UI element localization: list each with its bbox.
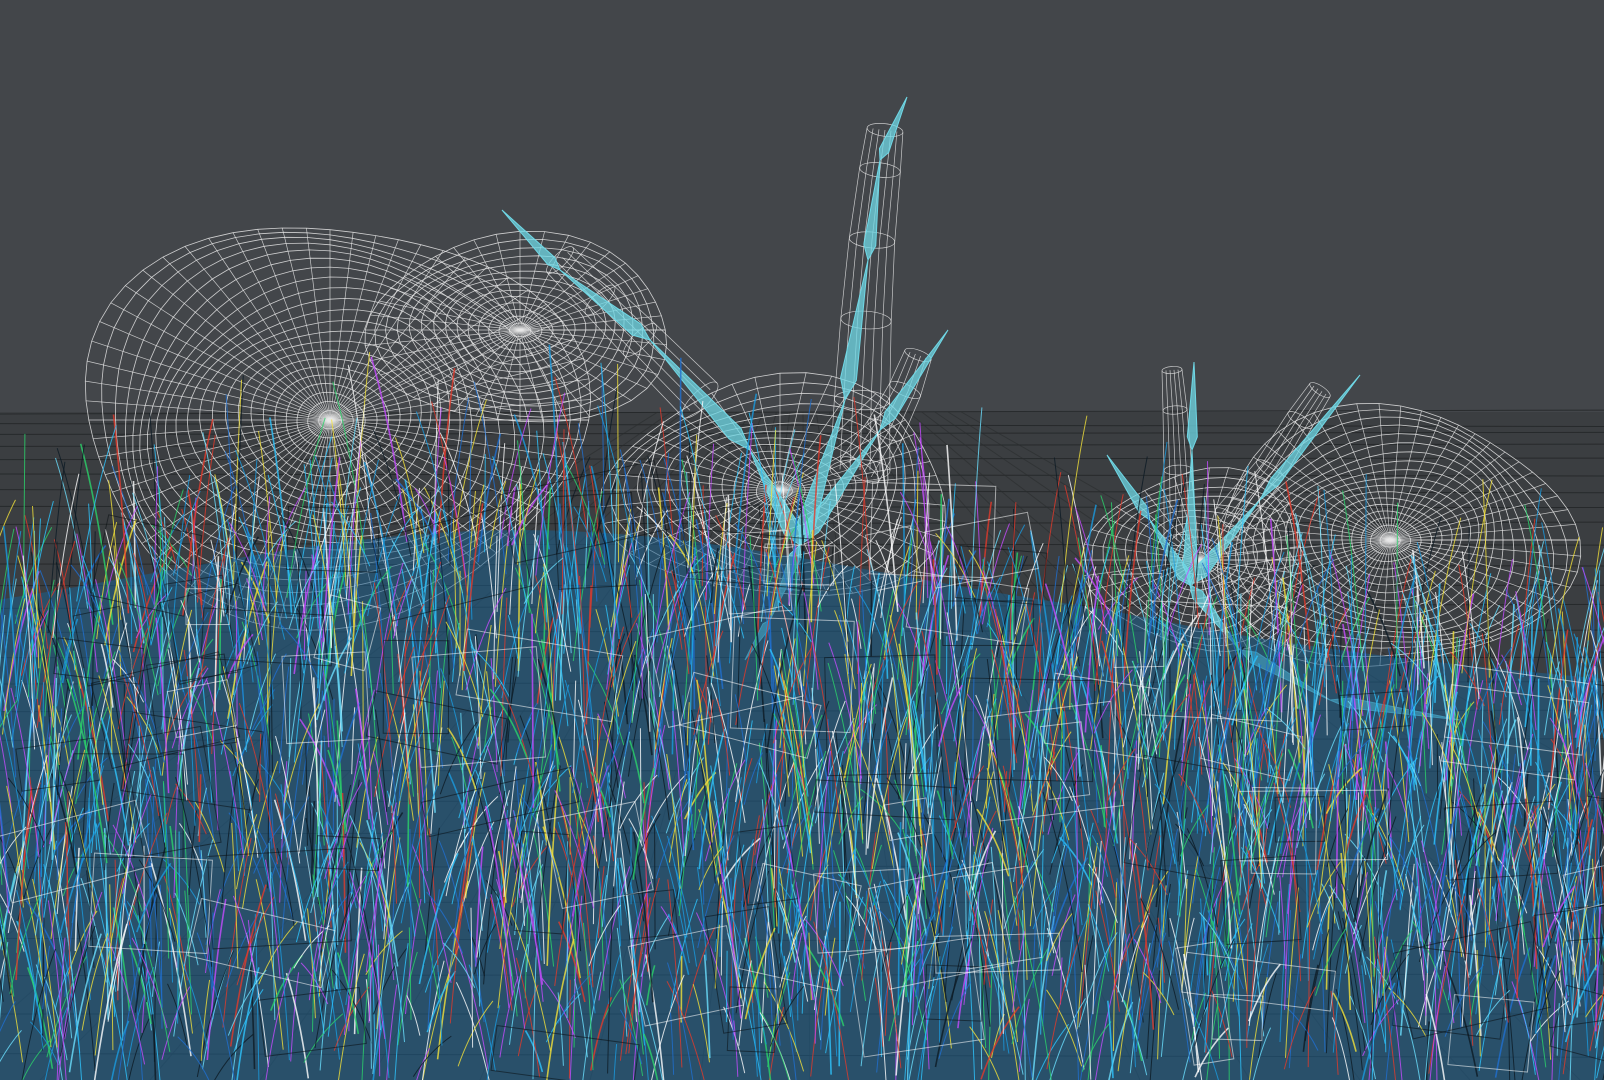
viewport-canvas[interactable] (0, 0, 1604, 1080)
hair-guide (725, 950, 728, 1023)
hair-guide (854, 746, 856, 895)
hair-guide (965, 871, 967, 937)
hair-guide (212, 912, 214, 989)
hair-guide (654, 823, 656, 950)
hair-guide (1436, 733, 1439, 799)
hair-guide (1484, 783, 1486, 948)
3d-viewport[interactable] (0, 0, 1604, 1080)
